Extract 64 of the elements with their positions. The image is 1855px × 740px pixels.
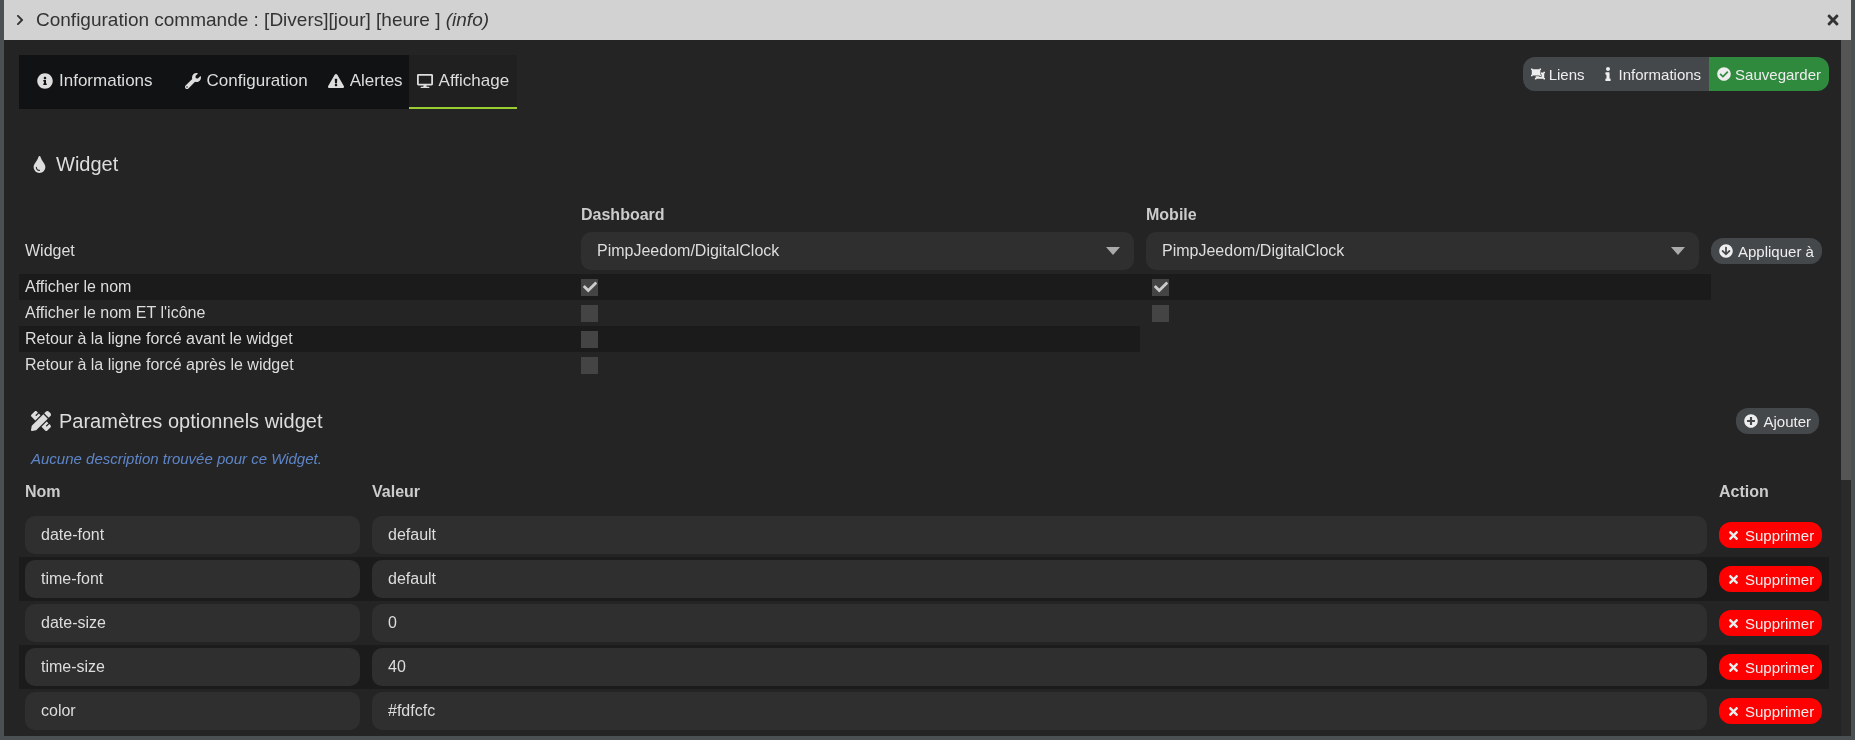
select-field[interactable]: PimpJeedom/DigitalClock — [581, 232, 1134, 270]
wrench-icon — [184, 73, 201, 89]
value-field[interactable]: default — [372, 560, 1707, 598]
heading-text: Widget — [56, 153, 119, 176]
name-field[interactable]: color — [25, 692, 360, 730]
delete-button[interactable]: Supprimer — [1719, 566, 1823, 592]
toolbar-button[interactable]: Sauvegarder — [1709, 57, 1829, 91]
monitor-icon — [416, 73, 433, 89]
pencil-ruler-icon — [31, 411, 51, 431]
name-field[interactable]: time-size — [25, 648, 360, 686]
checkbox[interactable] — [581, 356, 598, 374]
column-header: Nom — [25, 482, 62, 502]
drop-icon — [31, 156, 48, 173]
option-label: Retour à la ligne forcé avant le widget — [24, 330, 293, 348]
delete-button[interactable]: Supprimer — [1719, 610, 1823, 636]
option-label: Afficher le nom ET l'icône — [24, 304, 206, 322]
info-icon — [37, 73, 53, 89]
toolbar-button[interactable]: Informations — [1592, 57, 1710, 91]
name-field[interactable]: date-font — [25, 516, 360, 554]
caret-icon — [1671, 247, 1685, 255]
close-icon[interactable] — [1825, 12, 1841, 28]
chevron-icon[interactable] — [14, 14, 26, 26]
delete-button[interactable]: Supprimer — [1719, 522, 1823, 548]
window-title: Configuration commande : [Divers][jour] [heure ] (info) — [36, 9, 491, 31]
checkbox[interactable] — [581, 304, 598, 322]
value-field[interactable]: #fdfcfc — [372, 692, 1707, 730]
value-field[interactable]: default — [372, 516, 1707, 554]
delete-button[interactable]: Supprimer — [1719, 698, 1823, 724]
add-button[interactable]: Ajouter — [1736, 408, 1819, 434]
plus-icon — [1744, 414, 1759, 428]
option-label: Afficher le nom — [24, 278, 132, 296]
delete-button[interactable]: Supprimer — [1719, 654, 1823, 680]
scrollbar[interactable] — [1841, 40, 1851, 480]
close-icon — [1727, 572, 1740, 586]
heading-text: Paramètres optionnels widget — [59, 409, 323, 433]
warning-icon — [327, 73, 344, 89]
check-icon — [1153, 280, 1168, 294]
column-header: Dashboard — [581, 206, 666, 225]
info-note: Aucune description trouvée pour ce Widget. — [29, 449, 323, 467]
name-field[interactable]: date-size — [25, 604, 360, 642]
checkbox[interactable] — [1152, 278, 1169, 296]
toolbar-button[interactable]: Liens — [1522, 57, 1593, 91]
column-header: Valeur — [372, 482, 422, 502]
name-field[interactable]: time-font — [25, 560, 360, 598]
check-icon — [582, 280, 597, 294]
close-icon — [1727, 660, 1740, 674]
checkbox[interactable] — [581, 330, 598, 348]
select-field[interactable]: PimpJeedom/DigitalClock — [1146, 232, 1699, 270]
close-icon — [1727, 616, 1740, 630]
checkbox[interactable] — [1152, 304, 1169, 322]
option-label: Retour à la ligne forcé après le widget — [24, 356, 294, 374]
value-field[interactable]: 0 — [372, 604, 1707, 642]
close-icon — [1727, 704, 1740, 718]
close-icon — [1727, 528, 1740, 542]
frame-icon — [1530, 67, 1545, 81]
value-field[interactable]: 40 — [372, 648, 1707, 686]
tab[interactable]: Affichage — [408, 55, 518, 109]
apply-button[interactable]: Appliquer à — [1711, 238, 1822, 264]
download-icon — [1719, 244, 1733, 258]
row-label: Widget — [24, 242, 76, 260]
caret-icon — [1106, 247, 1120, 255]
column-header: Mobile — [1146, 206, 1198, 225]
checkbox[interactable] — [581, 278, 598, 296]
column-header: Action — [1719, 482, 1770, 502]
